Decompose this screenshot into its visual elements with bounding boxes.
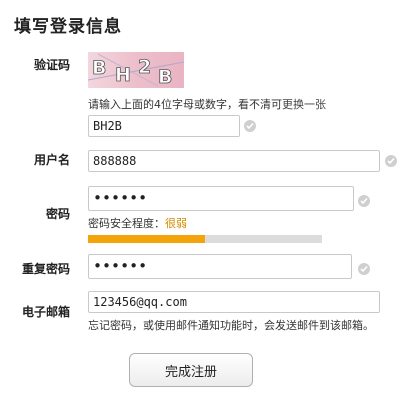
strength-bar-fill (88, 235, 205, 243)
captcha-label: 验证码 (33, 58, 70, 72)
username-input[interactable]: 888888 (88, 150, 380, 172)
email-input[interactable]: 123456@qq.com (88, 291, 380, 313)
svg-text:B: B (158, 66, 172, 88)
strength-value: 很弱 (165, 217, 187, 230)
submit-button[interactable]: 完成注册 (129, 353, 253, 387)
email-label: 电子邮箱 (21, 305, 70, 319)
svg-text:B: B (92, 57, 106, 79)
check-circle-icon (358, 263, 370, 275)
password-label: 密码 (45, 207, 70, 221)
captcha-input[interactable]: BH2B (88, 115, 240, 137)
captcha-hint: 请输入上面的4位字母或数字，看不清可更换一张 (88, 96, 326, 112)
password-input[interactable]: •••••• (88, 186, 354, 211)
svg-text:2: 2 (138, 56, 151, 78)
email-hint: 忘记密码，或使用邮件通知功能时，会发送邮件到该邮箱。 (88, 319, 374, 332)
captcha-refresh-link[interactable]: 更换一张 (282, 98, 326, 111)
username-label: 用户名 (33, 153, 70, 167)
confirm-password-input[interactable]: •••••• (88, 254, 352, 279)
check-circle-icon (385, 155, 397, 167)
captcha-image[interactable]: B H 2 B (88, 52, 184, 88)
strength-label: 密码安全程度： (88, 217, 165, 230)
svg-text:H: H (115, 64, 131, 86)
captcha-hint-text: 请输入上面的4位字母或数字，看不清可 (88, 98, 282, 111)
page-title: 填写登录信息 (14, 17, 122, 37)
confirm-password-label: 重复密码 (21, 262, 70, 276)
check-circle-icon (244, 120, 256, 132)
strength-bar (88, 235, 322, 243)
password-strength: 密码安全程度：很弱 (88, 215, 187, 231)
check-circle-icon (358, 195, 370, 207)
